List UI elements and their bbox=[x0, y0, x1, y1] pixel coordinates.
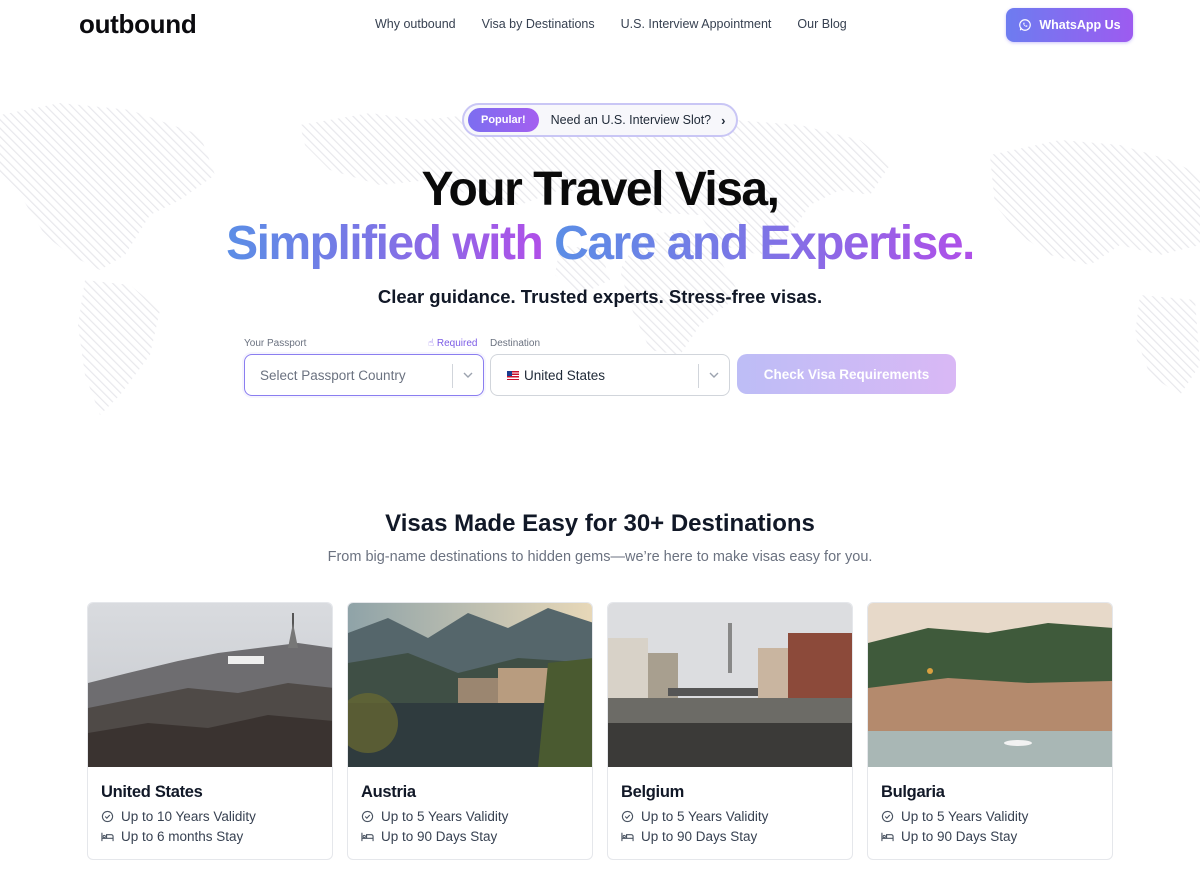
check-circle-icon bbox=[881, 810, 894, 823]
check-circle-icon bbox=[361, 810, 374, 823]
bed-icon bbox=[621, 832, 634, 842]
headline-gradient-part-1: Simplified with bbox=[226, 217, 544, 270]
chevron-down-icon bbox=[463, 372, 473, 378]
card-stay: Up to 6 months Stay bbox=[101, 829, 243, 844]
card-title: Austria bbox=[361, 783, 416, 801]
chevron-right-icon: › bbox=[721, 112, 726, 128]
check-visa-requirements-button[interactable]: Check Visa Requirements bbox=[737, 354, 956, 394]
headline-line-2: Simplified with Care and Expertise. bbox=[0, 216, 1200, 271]
check-circle-icon bbox=[101, 810, 114, 823]
whatsapp-icon bbox=[1019, 19, 1032, 31]
tagline: Clear guidance. Trusted experts. Stress-… bbox=[377, 286, 823, 307]
card-stay: Up to 90 Days Stay bbox=[621, 829, 757, 844]
passport-select[interactable]: Select Passport Country bbox=[244, 354, 484, 396]
whatsapp-button-label: WhatsApp Us bbox=[1039, 18, 1121, 32]
select-divider bbox=[452, 364, 453, 388]
promo-text: Need an U.S. Interview Slot? bbox=[550, 113, 712, 127]
nav-link-why-outbound[interactable]: Why outbound bbox=[375, 17, 456, 31]
card-validity-text: Up to 5 Years Validity bbox=[901, 809, 1029, 824]
card-validity: Up to 5 Years Validity bbox=[881, 809, 1028, 824]
destinations-section-subtitle: From big-name destinations to hidden gem… bbox=[327, 549, 873, 565]
destination-select-value: United States bbox=[507, 368, 605, 383]
united-states-photo bbox=[88, 603, 332, 767]
chevron-down-icon bbox=[709, 372, 719, 378]
destination-card-united-states[interactable]: United States Up to 10 Years Validity Up… bbox=[87, 602, 333, 860]
austria-photo bbox=[348, 603, 592, 767]
destination-card-austria[interactable]: Austria Up to 5 Years Validity Up to 90 … bbox=[347, 602, 593, 860]
bed-icon bbox=[881, 832, 894, 842]
us-flag-icon bbox=[507, 371, 519, 380]
top-navigation: outbound Why outbound Visa by Destinatio… bbox=[0, 0, 1200, 50]
passport-select-placeholder: Select Passport Country bbox=[260, 368, 406, 383]
passport-label: Your Passport bbox=[244, 338, 307, 349]
nav-link-visa-by-destinations[interactable]: Visa by Destinations bbox=[482, 17, 595, 31]
bulgaria-photo bbox=[868, 603, 1112, 767]
card-stay-text: Up to 90 Days Stay bbox=[381, 829, 498, 844]
nav-link-us-interview[interactable]: U.S. Interview Appointment bbox=[621, 17, 772, 31]
destination-label: Destination bbox=[490, 338, 541, 349]
nav-links: Why outbound Visa by Destinations U.S. I… bbox=[375, 17, 847, 31]
required-indicator: ☝ Required bbox=[428, 338, 477, 349]
belgium-photo bbox=[608, 603, 852, 767]
card-validity-text: Up to 5 Years Validity bbox=[641, 809, 769, 824]
card-title: Bulgaria bbox=[881, 783, 945, 801]
popular-badge: Popular! bbox=[468, 108, 539, 132]
card-stay: Up to 90 Days Stay bbox=[361, 829, 497, 844]
logo[interactable]: outbound bbox=[79, 9, 197, 40]
destination-card-belgium[interactable]: Belgium Up to 5 Years Validity Up to 90 … bbox=[607, 602, 853, 860]
hand-pointer-icon: ☝ bbox=[428, 338, 435, 349]
card-validity: Up to 5 Years Validity bbox=[621, 809, 768, 824]
check-circle-icon bbox=[621, 810, 634, 823]
nav-link-blog[interactable]: Our Blog bbox=[797, 17, 846, 31]
card-validity-text: Up to 10 Years Validity bbox=[121, 809, 256, 824]
headline-line-1: Your Travel Visa, bbox=[421, 163, 780, 216]
destination-select-text: United States bbox=[524, 368, 606, 383]
card-validity-text: Up to 5 Years Validity bbox=[381, 809, 509, 824]
bed-icon bbox=[101, 832, 114, 842]
required-label: Required bbox=[436, 338, 478, 349]
whatsapp-button[interactable]: WhatsApp Us bbox=[1006, 8, 1133, 42]
card-validity: Up to 5 Years Validity bbox=[361, 809, 508, 824]
card-stay-text: Up to 90 Days Stay bbox=[901, 829, 1018, 844]
destinations-section-title: Visas Made Easy for 30+ Destinations bbox=[385, 510, 815, 537]
select-divider bbox=[698, 364, 699, 388]
interview-slot-promo[interactable]: Popular! Need an U.S. Interview Slot? › bbox=[462, 103, 738, 137]
card-validity: Up to 10 Years Validity bbox=[101, 809, 256, 824]
bed-icon bbox=[361, 832, 374, 842]
card-title: United States bbox=[101, 783, 203, 801]
card-stay-text: Up to 90 Days Stay bbox=[641, 829, 758, 844]
headline-gradient-part-2: Care and Expertise. bbox=[554, 217, 975, 270]
card-stay: Up to 90 Days Stay bbox=[881, 829, 1017, 844]
card-title: Belgium bbox=[621, 783, 684, 801]
destination-card-bulgaria[interactable]: Bulgaria Up to 5 Years Validity Up to 90… bbox=[867, 602, 1113, 860]
card-stay-text: Up to 6 months Stay bbox=[121, 829, 244, 844]
destination-select[interactable]: United States bbox=[490, 354, 730, 396]
